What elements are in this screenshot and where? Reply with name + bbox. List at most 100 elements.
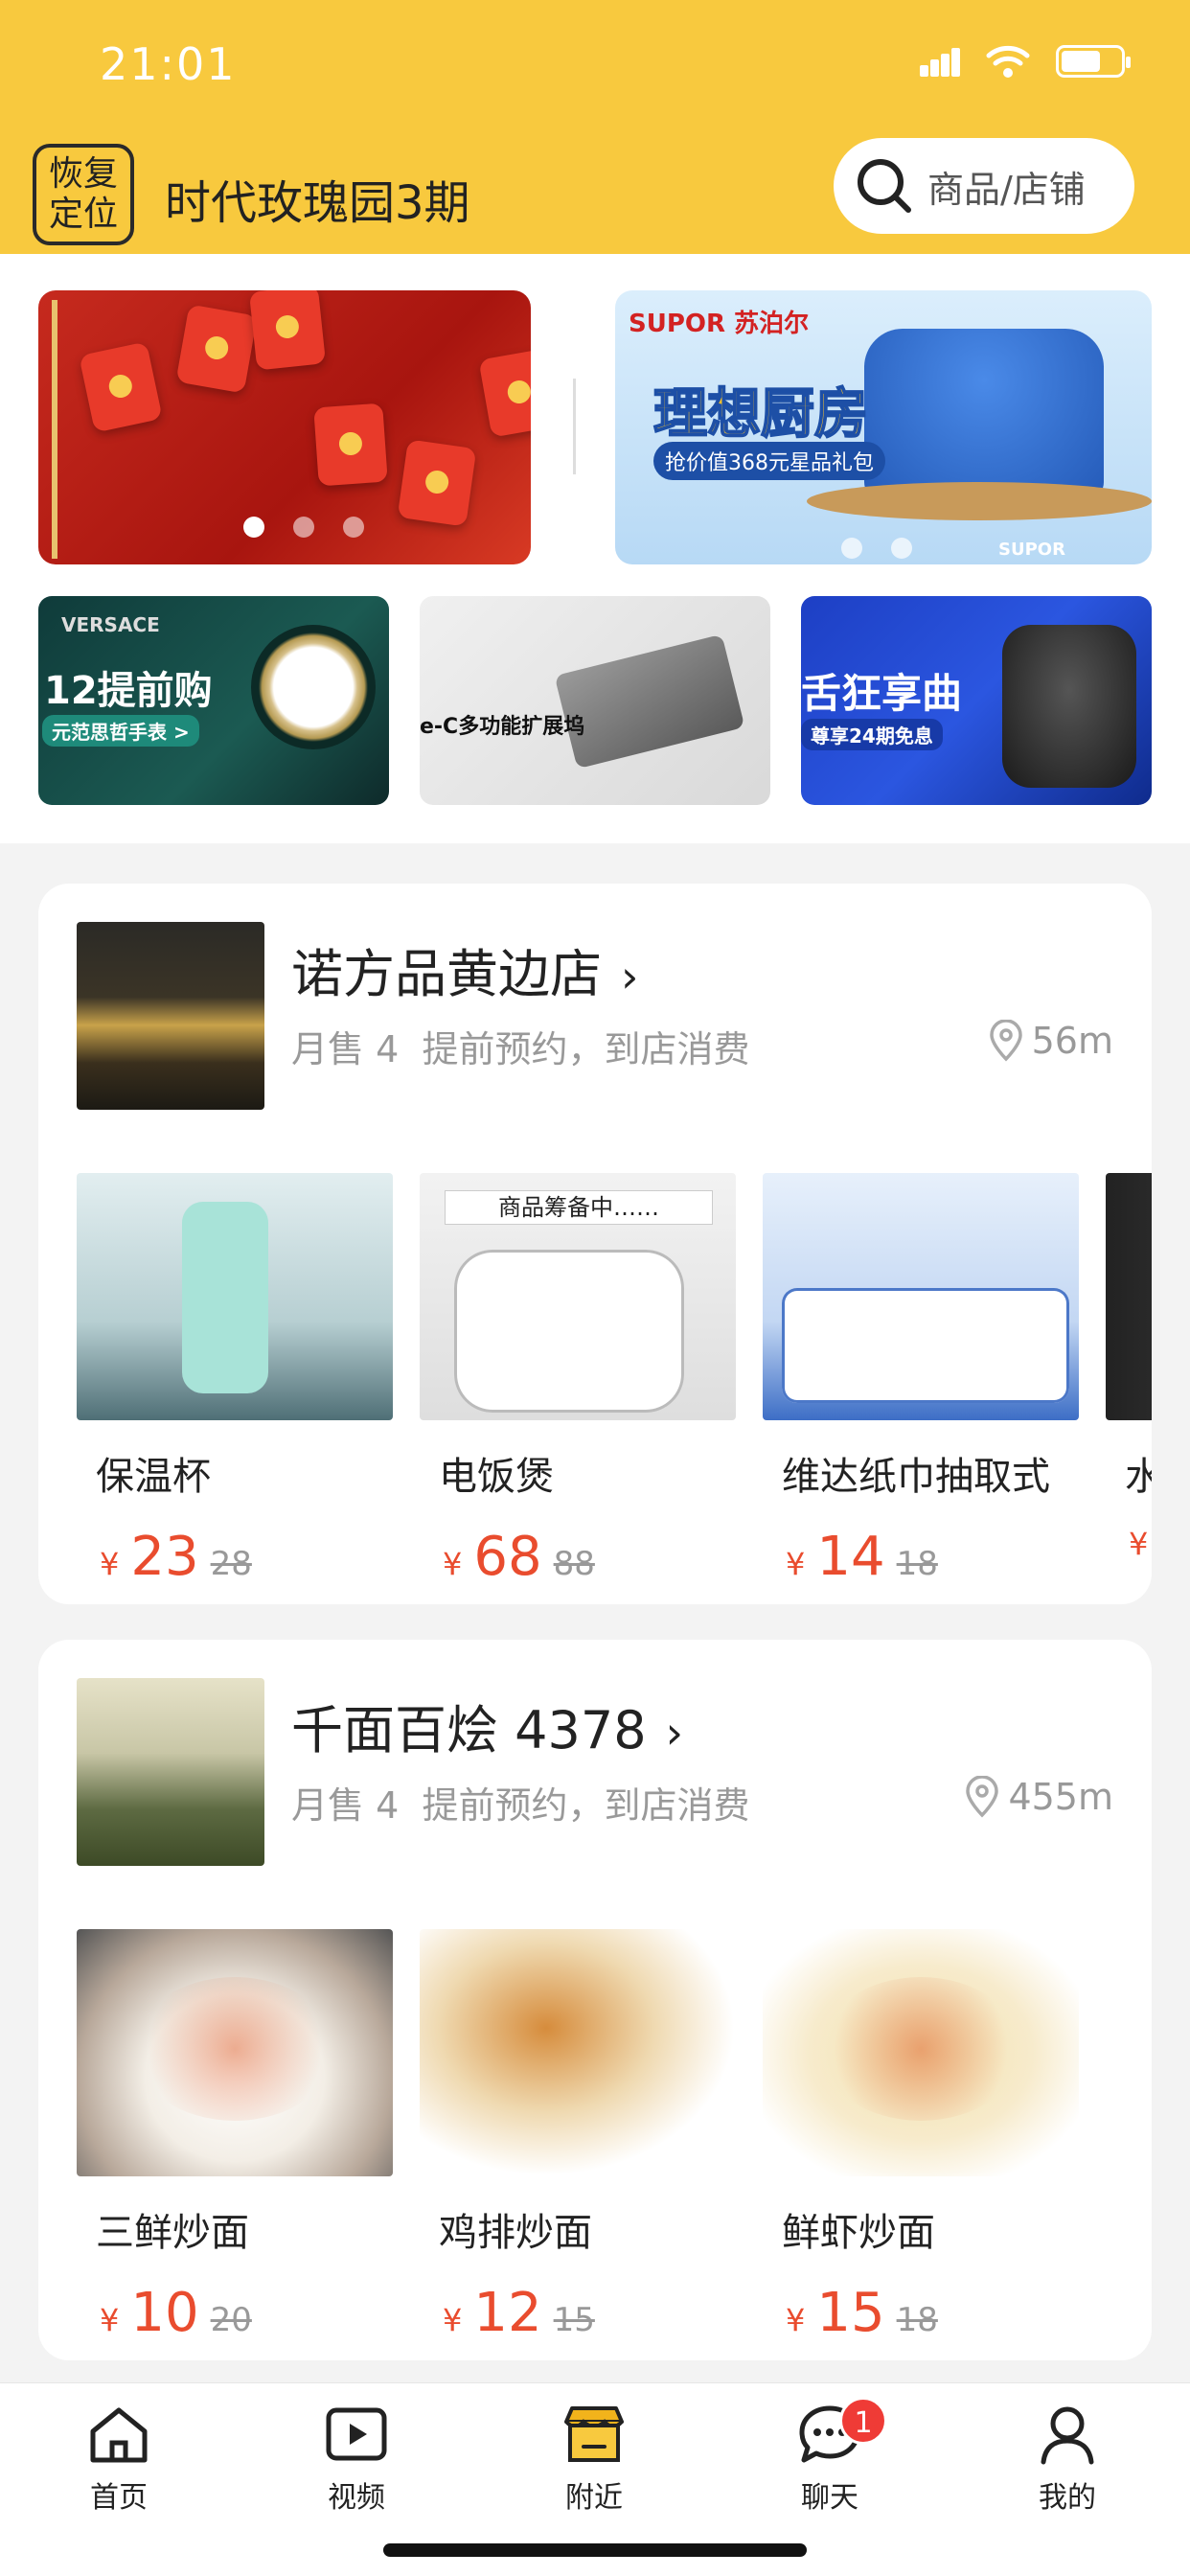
product-card[interactable]: 水 ¥ <box>1106 1173 1152 1588</box>
promo-title: 舌狂享曲 <box>801 670 963 717</box>
product-list: 保温杯 ¥ 23 28 商品筹备中…… 电饭煲 ¥ 68 88 维达纸巾抽取式 … <box>77 1173 1152 1588</box>
original-price: 20 <box>210 2301 252 2339</box>
home-icon <box>90 2407 148 2463</box>
search-box[interactable]: 商品/店铺 <box>834 138 1134 234</box>
chevron-right-icon: › <box>621 951 639 1002</box>
product-card[interactable]: 鸡排炒面 ¥ 12 15 <box>420 1929 736 2344</box>
store-card[interactable]: 诺方品黄边店 › 月售 4 提前预约，到店消费 56m 保温杯 ¥ 23 28 商… <box>38 884 1152 1604</box>
service-note: 提前预约，到店消费 <box>422 1784 750 1827</box>
banner-subtitle: 抢价值368元星品礼包 <box>653 442 885 480</box>
product-price: ¥ 12 15 <box>420 2282 736 2344</box>
tab-nearby[interactable]: 附近 <box>527 2403 661 2516</box>
tab-video[interactable]: 视频 <box>289 2403 423 2516</box>
currency-symbol: ¥ <box>100 1546 120 1582</box>
cellular-signal-icon <box>920 46 960 77</box>
product-card[interactable]: 三鲜炒面 ¥ 10 20 <box>77 1929 393 2344</box>
tab-label: 视频 <box>328 2481 385 2515</box>
current-location[interactable]: 时代玫瑰园3期 <box>165 165 470 232</box>
store-distance: 455m <box>964 1776 1113 1818</box>
tab-label: 我的 <box>1039 2481 1096 2515</box>
product-name: 鸡排炒面 <box>439 2211 592 2255</box>
stock-status-tag: 商品筹备中…… <box>445 1190 713 1225</box>
product-price: ¥ 14 18 <box>763 1526 1079 1588</box>
wifi-icon <box>986 45 1030 78</box>
promo-dock[interactable]: e-C多功能扩展坞 <box>420 596 770 805</box>
search-icon <box>858 159 911 213</box>
product-image <box>77 1173 393 1420</box>
pot-image <box>864 329 1104 501</box>
product-image <box>77 1929 393 2176</box>
banner-area: SUPOR 苏泊尔 理想厨房 抢价值368元星品礼包 SUPOR VERSACE… <box>0 254 1190 843</box>
product-price: ¥ 23 28 <box>77 1526 393 1588</box>
banner-divider <box>573 379 576 474</box>
current-price: 15 <box>816 2282 885 2344</box>
carousel-indicator <box>243 517 364 538</box>
home-indicator <box>383 2543 807 2557</box>
currency-symbol: ¥ <box>1129 1526 1149 1562</box>
product-image <box>1106 1173 1152 1420</box>
chevron-right-icon: › <box>665 1707 683 1759</box>
banner-brand: SUPOR 苏泊尔 <box>629 310 810 338</box>
store-name-row[interactable]: 诺方品黄边店 › <box>291 932 638 1007</box>
appliance-image <box>1002 625 1136 788</box>
tab-chat[interactable]: 1 聊天 <box>763 2397 897 2516</box>
video-icon <box>326 2407 387 2461</box>
product-card[interactable]: 鲜虾炒面 ¥ 15 18 <box>763 1929 1079 2344</box>
original-price: 15 <box>553 2301 595 2339</box>
restore-location-button[interactable]: 恢复定位 <box>33 144 134 245</box>
tab-home[interactable]: 首页 <box>52 2403 186 2516</box>
product-card[interactable]: 商品筹备中…… 电饭煲 ¥ 68 88 <box>420 1173 736 1588</box>
current-price: 23 <box>130 1526 199 1588</box>
store-name-row[interactable]: 千面百烩 4378 › <box>291 1688 683 1763</box>
promo-subtitle: 尊享24期免息 <box>801 719 943 750</box>
product-name: 鲜虾炒面 <box>782 2211 935 2255</box>
distance-text: 56m <box>1031 1020 1113 1062</box>
currency-symbol: ¥ <box>786 1546 806 1582</box>
promo-title: e-C多功能扩展坞 <box>420 715 585 739</box>
watch-image <box>251 625 376 749</box>
service-note: 提前预约，到店消费 <box>422 1028 750 1070</box>
promo-appliance[interactable]: 舌狂享曲 尊享24期免息 <box>801 596 1152 805</box>
location-pin-icon <box>966 1776 999 1818</box>
current-price: 10 <box>130 2282 199 2344</box>
status-time: 21:01 <box>100 38 237 90</box>
product-card[interactable]: 保温杯 ¥ 23 28 <box>77 1173 393 1588</box>
product-card[interactable]: 维达纸巾抽取式 ¥ 14 18 <box>763 1173 1079 1588</box>
banner-footer-brand: SUPOR <box>998 540 1065 560</box>
store-meta: 月售 4 提前预约，到店消费 <box>291 1020 749 1072</box>
tab-label: 附近 <box>565 2481 623 2515</box>
product-image <box>763 1929 1079 2176</box>
battery-icon <box>1056 45 1131 78</box>
product-name: 三鲜炒面 <box>96 2211 249 2255</box>
monthly-sales: 月售 4 <box>291 1028 400 1070</box>
store-name: 千面百烩 4378 <box>291 1700 647 1760</box>
tab-label: 首页 <box>90 2481 148 2515</box>
supor-banner[interactable]: SUPOR 苏泊尔 理想厨房 抢价值368元星品礼包 SUPOR <box>615 290 1152 564</box>
tab-profile[interactable]: 我的 <box>1000 2403 1134 2516</box>
product-image <box>420 1929 736 2176</box>
product-name: 水 <box>1125 1455 1152 1499</box>
currency-symbol: ¥ <box>443 1546 463 1582</box>
promo-subtitle: 元范思哲手表 > <box>42 715 199 747</box>
top-header: 21:01 恢复定位 时代玫瑰园3期 商品/店铺 <box>0 0 1190 254</box>
red-packet-banner[interactable] <box>38 290 531 564</box>
product-list: 三鲜炒面 ¥ 10 20 鸡排炒面 ¥ 12 15 鲜虾炒面 ¥ 15 18 <box>77 1929 1079 2344</box>
store-card[interactable]: 千面百烩 4378 › 月售 4 提前预约，到店消费 455m 三鲜炒面 ¥ 10… <box>38 1640 1152 2360</box>
banner-title: 理想厨房 <box>652 382 869 447</box>
counter-image <box>807 482 1152 520</box>
store-distance: 56m <box>988 1020 1113 1062</box>
product-price: ¥ 15 18 <box>763 2282 1079 2344</box>
tab-label: 聊天 <box>801 2481 858 2515</box>
product-image <box>763 1173 1079 1420</box>
store-icon <box>564 2406 624 2462</box>
monthly-sales: 月售 4 <box>291 1784 400 1827</box>
promo-watch[interactable]: VERSACE 12提前购 元范思哲手表 > <box>38 596 389 805</box>
original-price: 28 <box>210 1545 252 1583</box>
carousel-indicator-2 <box>841 538 912 559</box>
current-price: 68 <box>473 1526 542 1588</box>
product-image: 商品筹备中…… <box>420 1173 736 1420</box>
store-thumbnail <box>77 1678 264 1866</box>
original-price: 88 <box>553 1545 595 1583</box>
product-name: 电饭煲 <box>439 1455 554 1499</box>
hub-image <box>554 633 745 770</box>
